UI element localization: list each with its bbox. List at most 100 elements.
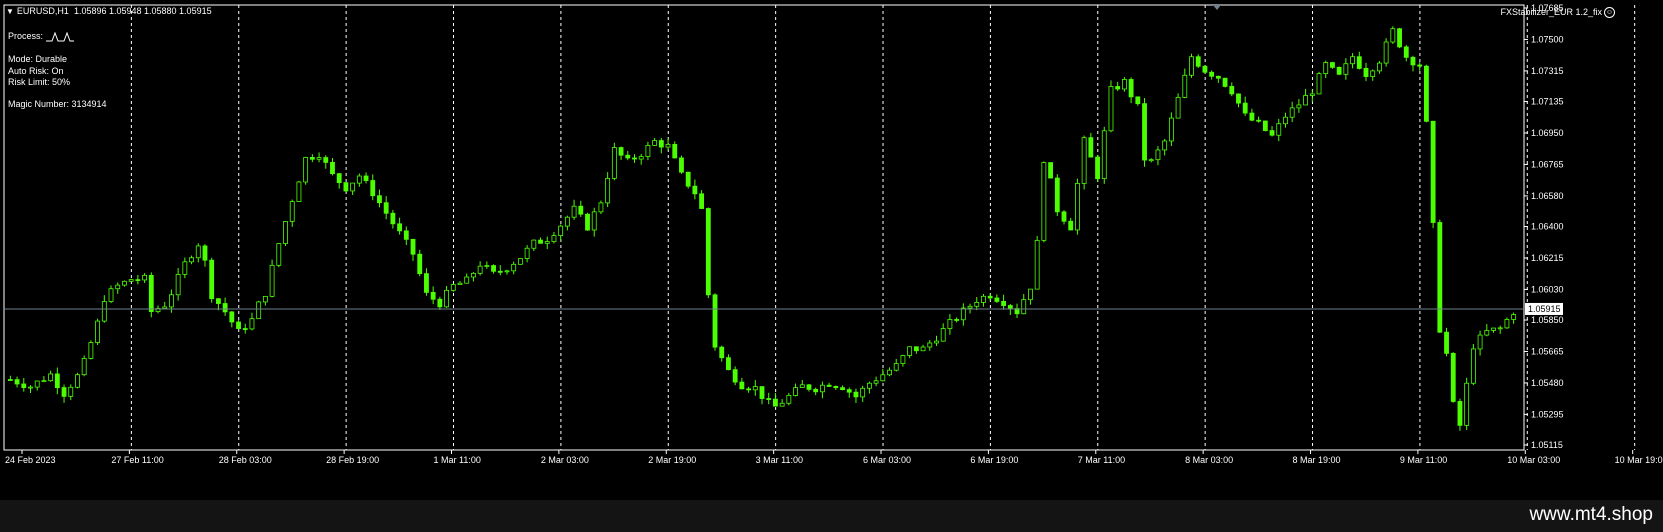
candle-body	[1121, 79, 1127, 90]
candle-body	[752, 386, 758, 391]
candle-body	[229, 311, 235, 323]
candle-body	[685, 171, 691, 187]
candle-body	[853, 391, 859, 398]
candle-body	[692, 185, 698, 195]
candle-body	[7, 379, 13, 381]
candle-body	[907, 346, 913, 356]
y-tick-label: 1.06400	[1531, 222, 1564, 232]
y-tick-label: 1.05850	[1531, 315, 1564, 325]
candle-body	[1249, 112, 1255, 121]
candle-body	[1464, 382, 1470, 426]
plot-border	[3, 4, 1525, 451]
candle-body	[860, 387, 866, 398]
candle-body	[954, 319, 960, 321]
candle-body	[524, 247, 530, 259]
candle-body	[1276, 123, 1282, 136]
candle-body	[34, 380, 40, 388]
candle-body	[162, 306, 168, 309]
candle-body	[390, 212, 396, 225]
candle-body	[48, 373, 54, 382]
candle-body	[900, 355, 906, 364]
candle-body	[585, 213, 590, 231]
candle-body	[1484, 330, 1490, 336]
candle-body	[1336, 66, 1342, 75]
candle-body	[1444, 331, 1449, 354]
ohlc-values: 1.05896 1.05948 1.05880 1.05915	[73, 6, 212, 16]
candle-body	[21, 383, 27, 389]
candle-body	[551, 235, 557, 242]
candle-body	[1269, 130, 1275, 136]
site-link[interactable]: www.mt4.shop	[1529, 504, 1653, 526]
expert-advisor-label[interactable]: FXStabilizer_EUR 1.2_fix ☺	[1500, 7, 1615, 19]
candle-body	[1115, 86, 1121, 90]
candle-body	[625, 154, 631, 159]
candle-body	[947, 319, 953, 329]
candle-body	[960, 307, 966, 321]
candle-body	[1202, 65, 1208, 73]
candle-body	[672, 144, 678, 159]
candle-body	[1450, 352, 1456, 402]
candle-body	[336, 173, 342, 184]
candle-body	[665, 144, 671, 148]
candle-body	[222, 303, 228, 313]
candle-body	[726, 357, 731, 371]
y-tick-label: 1.06215	[1531, 253, 1564, 263]
candle-body	[1007, 305, 1013, 309]
candle-body	[1162, 140, 1168, 151]
candle-body	[169, 294, 174, 308]
candle-body	[1383, 41, 1389, 64]
candle-body	[68, 386, 74, 397]
collapse-arrow-icon[interactable]: ▼	[6, 7, 14, 16]
process-indicator-icon	[45, 31, 74, 42]
candle-body	[256, 301, 262, 320]
candle-body	[1034, 239, 1040, 290]
candle-body	[95, 320, 101, 343]
candle-body	[457, 282, 463, 285]
candle-body	[450, 284, 456, 291]
candle-body	[444, 289, 449, 308]
candle-body	[1242, 102, 1248, 114]
price-chart[interactable]: 24 Feb 2023 27 Feb 11:00 28 Feb 03:00 28 Fe…	[0, 0, 1663, 500]
candle-body	[981, 295, 986, 303]
candle-body	[437, 298, 443, 308]
candle-body	[1168, 117, 1174, 142]
candle-body	[833, 386, 839, 389]
candle-body	[1041, 162, 1047, 241]
chart-shift-marker-icon[interactable]	[1213, 5, 1221, 10]
candle-body	[128, 279, 134, 282]
x-tick-label: 10 Mar 03:00	[1507, 455, 1560, 465]
candle-body	[826, 384, 832, 387]
candle-body	[1148, 159, 1154, 162]
candle-body	[766, 398, 772, 400]
candle-body	[1001, 300, 1007, 306]
candle-body	[41, 380, 47, 383]
candle-body	[1343, 63, 1349, 75]
process-label: Process:	[8, 31, 44, 41]
candle-body	[759, 386, 765, 399]
y-tick-label: 1.05480	[1531, 378, 1564, 388]
candle-body	[262, 295, 268, 303]
candle-body	[1296, 104, 1302, 109]
x-tick-label: 8 Mar 19:00	[1293, 455, 1341, 465]
candle-body	[403, 230, 409, 240]
candle-body	[920, 346, 926, 352]
candle-body	[81, 358, 87, 376]
candle-body	[330, 162, 335, 175]
candle-body	[54, 373, 60, 389]
candle-body	[719, 346, 725, 359]
candle-body	[417, 253, 423, 275]
candle-body	[934, 340, 939, 344]
symbol-header[interactable]: ▼ EURUSD,H1 1.05896 1.05948 1.05880 1.059…	[6, 6, 212, 16]
candle-body	[645, 144, 651, 157]
candle-body	[28, 386, 33, 389]
candle-body	[866, 382, 872, 389]
candle-body	[410, 238, 416, 255]
candle-body	[296, 181, 302, 202]
candle-body	[1356, 56, 1362, 69]
candle-body	[1477, 334, 1483, 350]
chart-area[interactable]: 24 Feb 2023 27 Feb 11:00 28 Feb 03:00 28 Fe…	[0, 0, 1663, 500]
candle-body	[1390, 28, 1396, 43]
candle-body	[806, 384, 812, 390]
candle-body	[940, 328, 946, 342]
candle-body	[175, 273, 181, 296]
